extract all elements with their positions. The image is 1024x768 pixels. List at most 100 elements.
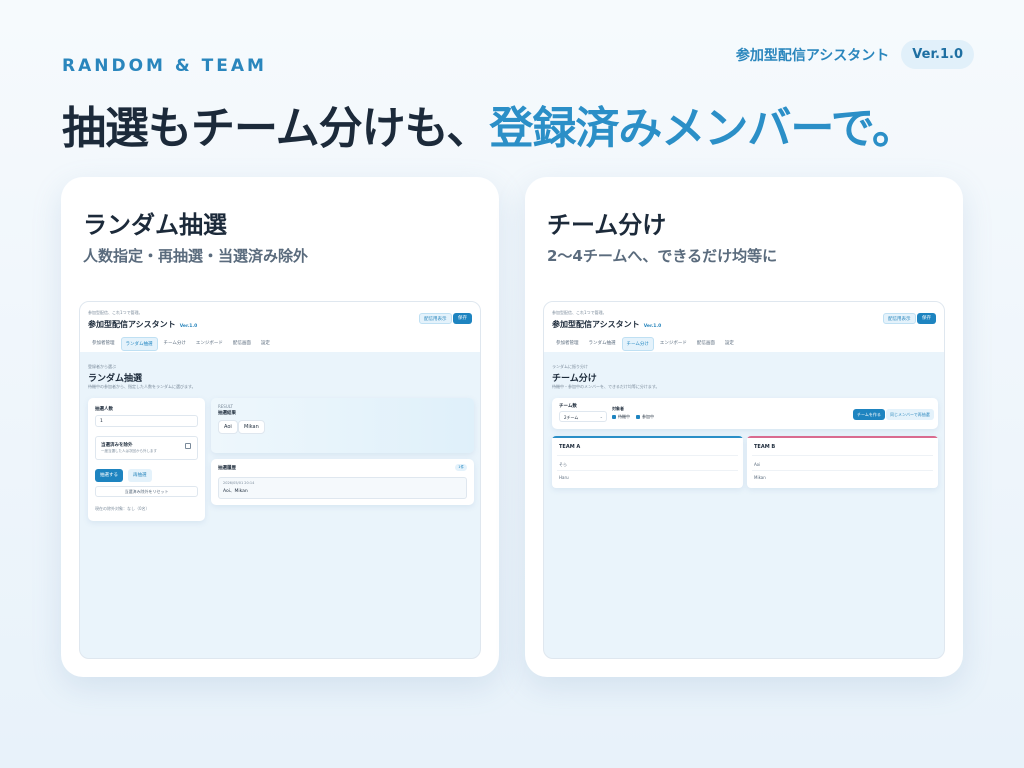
- redraw-button[interactable]: 再抽選: [128, 469, 152, 482]
- tab-stream[interactable]: 配信画面: [229, 337, 255, 351]
- headline-main: 抽選もチーム分けも、: [62, 103, 490, 154]
- app-header: 参加型配信、これ1つで管理。 参加型配信アシスタント Ver.1.0 配信用表示 …: [80, 302, 480, 352]
- save-button[interactable]: 保存: [453, 313, 472, 324]
- app-title-text: 参加型配信アシスタント: [552, 320, 640, 329]
- section-description: 待機中・参加中のメンバーを、できるだけ均等に分けます。: [552, 384, 660, 389]
- target-waiting-label: 待機中: [618, 414, 630, 419]
- draw-button[interactable]: 抽選する: [95, 469, 123, 482]
- section-description: 待機中の参加者から、指定した人数をランダムに選びます。: [88, 384, 196, 389]
- section-title: ランダム抽選: [88, 374, 143, 384]
- target-playing-option[interactable]: 参加中: [636, 414, 654, 420]
- section-eyebrow: RANDOM & TEAM: [62, 56, 267, 76]
- team-color-bar: [747, 436, 938, 438]
- history-winners: Aoi、Mikan: [223, 489, 248, 494]
- chevron-down-icon: ⌄: [599, 414, 603, 419]
- exclude-toggle-row[interactable]: 当選済みを除外 一度当選した人は次回から外します: [95, 436, 198, 460]
- team-member: Aoi: [754, 462, 761, 467]
- checkbox-checked-icon: [636, 415, 640, 419]
- team-card-a: TEAM A そら Haru: [552, 436, 743, 488]
- divider: [752, 455, 933, 456]
- result-title: 抽選結果: [218, 411, 236, 416]
- tab-participants[interactable]: 参加者管理: [88, 337, 119, 351]
- brand: 参加型配信アシスタント Ver.1.0: [736, 40, 974, 69]
- team-card-b: TEAM B Aoi Mikan: [747, 436, 938, 488]
- reshuffle-button[interactable]: 同じメンバーで再抽選: [886, 409, 934, 420]
- target-label: 対象者: [612, 406, 624, 411]
- divider: [557, 455, 738, 456]
- team-color-bar: [552, 436, 743, 438]
- app-tagline: 参加型配信、これ1つで管理。: [88, 310, 143, 315]
- tab-participants[interactable]: 参加者管理: [552, 337, 583, 351]
- team-name: TEAM B: [754, 444, 776, 450]
- tab-board[interactable]: エンジボード: [192, 337, 227, 351]
- result-chip: Aoi: [218, 420, 238, 434]
- app-title: 参加型配信アシスタント Ver.1.0: [552, 319, 661, 330]
- stream-view-button[interactable]: 配信用表示: [883, 313, 916, 324]
- tab-bar: 参加者管理 ランダム抽選 チーム分け エンジボード 配信画面 設定: [552, 337, 738, 351]
- tab-settings[interactable]: 設定: [721, 337, 738, 351]
- tab-lottery[interactable]: ランダム抽選: [120, 337, 158, 351]
- exclusion-status: 現在の除外対象：なし（0名）: [95, 506, 150, 511]
- app-version: Ver.1.0: [643, 324, 662, 329]
- count-input-value: 1: [100, 419, 103, 424]
- history-count-badge: 1件: [455, 464, 467, 471]
- card-subtitle: 人数指定・再抽選・当選済み除外: [83, 247, 309, 265]
- target-playing-label: 参加中: [642, 414, 654, 419]
- team-count-label: チーム数: [559, 404, 577, 409]
- exclude-description: 一度当選した人は次回から外します: [101, 449, 157, 453]
- result-panel: RESULT 抽選結果 Aoi Mikan: [211, 398, 474, 453]
- card-title: ランダム抽選: [83, 211, 227, 239]
- app-title: 参加型配信アシスタント Ver.1.0: [88, 319, 197, 330]
- history-title: 抽選履歴: [218, 466, 236, 471]
- app-header: 参加型配信、これ1つで管理。 参加型配信アシスタント Ver.1.0 配信用表示 …: [544, 302, 944, 352]
- stream-view-button[interactable]: 配信用表示: [419, 313, 452, 324]
- section-title: チーム分け: [552, 374, 597, 384]
- page-headline: 抽選もチーム分けも、登録済みメンバーで。: [62, 92, 916, 156]
- card-title: チーム分け: [547, 211, 667, 239]
- save-button[interactable]: 保存: [917, 313, 936, 324]
- team-name: TEAM A: [559, 444, 581, 450]
- tab-bar: 参加者管理 ランダム抽選 チーム分け エンジボード 配信画面 設定: [88, 337, 274, 351]
- history-timestamp: 2026/05/01 20:14: [223, 481, 255, 485]
- card-subtitle: 2〜4チームへ、できるだけ均等に: [547, 247, 778, 265]
- section-label: ランダムに振り分け: [552, 364, 588, 369]
- team-count-select[interactable]: 2チーム ⌄: [559, 411, 607, 422]
- lottery-card: ランダム抽選 人数指定・再抽選・当選済み除外 参加型配信、これ1つで管理。 参加…: [61, 177, 499, 677]
- app-version: Ver.1.0: [179, 324, 198, 329]
- team-settings-panel: チーム数 2チーム ⌄ 対象者 待機中 参加中 チームを作る 同じメンバーで再抽…: [552, 398, 938, 429]
- result-chip: Mikan: [238, 420, 265, 434]
- tab-teams[interactable]: チーム分け: [621, 337, 654, 351]
- tab-lottery[interactable]: ランダム抽選: [585, 337, 620, 351]
- history-panel: 抽選履歴 1件 2026/05/01 20:14 Aoi、Mikan: [211, 459, 474, 505]
- divider: [752, 470, 933, 471]
- exclude-label: 当選済みを除外: [101, 443, 133, 448]
- count-input[interactable]: 1: [95, 415, 198, 427]
- make-teams-button[interactable]: チームを作る: [853, 409, 885, 420]
- reset-exclusions-button[interactable]: 当選済み除外をリセット: [95, 486, 198, 497]
- tab-teams[interactable]: チーム分け: [160, 337, 190, 351]
- lottery-screenshot: 参加型配信、これ1つで管理。 参加型配信アシスタント Ver.1.0 配信用表示 …: [79, 301, 481, 659]
- divider: [557, 470, 738, 471]
- version-badge: Ver.1.0: [901, 40, 974, 69]
- lottery-settings-panel: 抽選人数 1 当選済みを除外 一度当選した人は次回から外します 抽選する 再抽選…: [88, 398, 205, 521]
- count-label: 抽選人数: [95, 407, 113, 412]
- app-title-text: 参加型配信アシスタント: [88, 320, 176, 329]
- team-card: チーム分け 2〜4チームへ、できるだけ均等に 参加型配信、これ1つで管理。 参加…: [525, 177, 963, 677]
- headline-accent: 登録済みメンバーで。: [489, 103, 916, 154]
- team-member: Mikan: [754, 475, 766, 480]
- tab-board[interactable]: エンジボード: [656, 337, 691, 351]
- team-screenshot: 参加型配信、これ1つで管理。 参加型配信アシスタント Ver.1.0 配信用表示 …: [543, 301, 945, 659]
- app-tagline: 参加型配信、これ1つで管理。: [552, 310, 607, 315]
- history-entry: 2026/05/01 20:14 Aoi、Mikan: [218, 477, 467, 499]
- result-label: RESULT: [218, 404, 233, 409]
- team-member: そら: [559, 462, 567, 467]
- target-waiting-option[interactable]: 待機中: [612, 414, 630, 420]
- section-label: 登録者から選ぶ: [88, 364, 116, 369]
- team-count-value: 2チーム: [564, 415, 579, 420]
- exclude-checkbox[interactable]: [185, 443, 191, 449]
- brand-name: 参加型配信アシスタント: [735, 47, 890, 64]
- tab-stream[interactable]: 配信画面: [693, 337, 719, 351]
- checkbox-checked-icon: [612, 415, 616, 419]
- tab-settings[interactable]: 設定: [257, 337, 274, 351]
- team-member: Haru: [559, 475, 569, 480]
